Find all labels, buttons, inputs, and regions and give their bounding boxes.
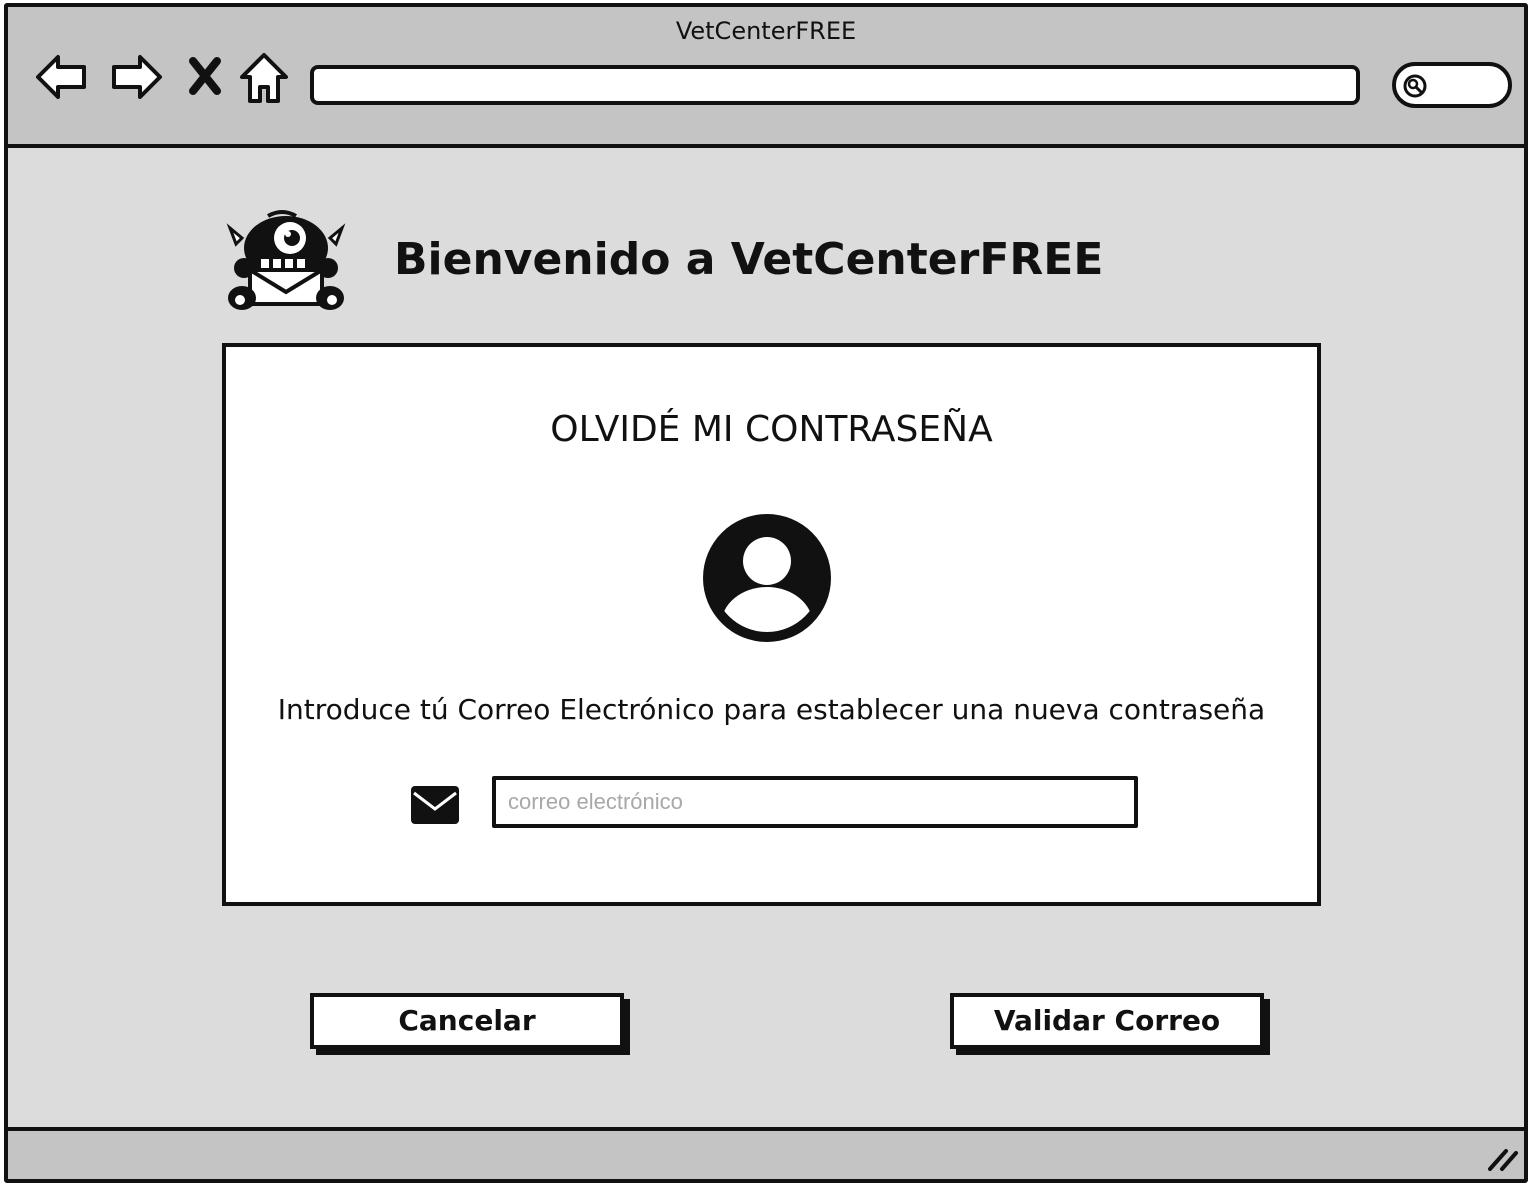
cancel-button[interactable]: Cancelar [310, 993, 624, 1049]
panel-title: OLVIDÉ MI CONTRASEÑA [550, 409, 993, 450]
forward-arrow-icon[interactable] [106, 47, 166, 107]
browser-window: VetCenterFREE Bienvenido a VetCenterFREE… [4, 3, 1528, 1183]
window-title: VetCenterFREE [675, 17, 857, 45]
page-content: Bienvenido a VetCenterFREE OLVIDÉ MI CON… [8, 148, 1524, 1132]
forgot-password-panel: OLVIDÉ MI CONTRASEÑA Introduce tú Correo… [222, 343, 1321, 906]
browser-search-box[interactable] [1392, 62, 1512, 108]
validate-email-button[interactable]: Validar Correo [950, 993, 1264, 1049]
user-circle-icon [702, 513, 832, 643]
welcome-heading: Bienvenido a VetCenterFREE [394, 234, 1104, 285]
envelope-icon [410, 785, 460, 825]
instruction-text: Introduce tú Correo Electrónico para est… [277, 693, 1266, 726]
status-bar [8, 1127, 1524, 1179]
search-icon [1402, 73, 1428, 99]
home-icon[interactable] [234, 47, 294, 107]
browser-toolbar: VetCenterFREE [8, 7, 1524, 148]
resize-grip-icon[interactable] [1486, 1143, 1520, 1173]
close-x-icon[interactable] [178, 47, 232, 107]
monster-mail-logo-icon [222, 208, 350, 316]
back-arrow-icon[interactable] [32, 47, 92, 107]
address-bar[interactable] [310, 65, 1360, 105]
email-input[interactable] [492, 776, 1138, 828]
